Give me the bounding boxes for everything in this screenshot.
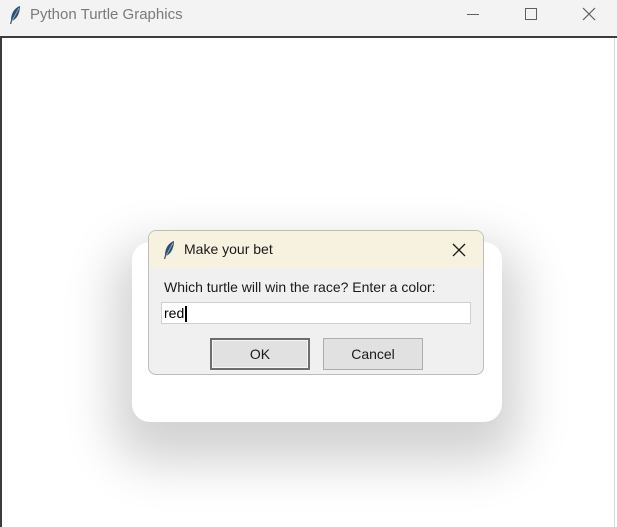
minimize-icon [467, 14, 479, 15]
dialog-close-button[interactable] [449, 240, 469, 260]
close-button[interactable] [566, 0, 612, 28]
cancel-button[interactable]: Cancel [323, 338, 423, 370]
bet-dialog: Make your bet Which turtle will win the … [148, 230, 484, 375]
close-icon [452, 243, 466, 257]
ok-button[interactable]: OK [210, 338, 310, 370]
text-cursor [185, 306, 187, 322]
window-titlebar[interactable]: Python Turtle Graphics [0, 0, 617, 38]
dialog-prompt: Which turtle will win the race? Enter a … [164, 279, 436, 295]
dialog-titlebar[interactable]: Make your bet [149, 231, 483, 268]
window-title: Python Turtle Graphics [30, 6, 183, 23]
close-icon [582, 7, 596, 21]
maximize-icon [525, 8, 537, 20]
maximize-button[interactable] [508, 0, 554, 28]
feather-icon [164, 241, 174, 259]
turtle-window: Python Turtle Graphics Make your bet Whi… [0, 0, 617, 527]
dialog-title: Make your bet [184, 241, 273, 257]
feather-icon [10, 6, 20, 24]
color-input[interactable] [161, 302, 471, 324]
minimize-button[interactable] [450, 0, 496, 28]
